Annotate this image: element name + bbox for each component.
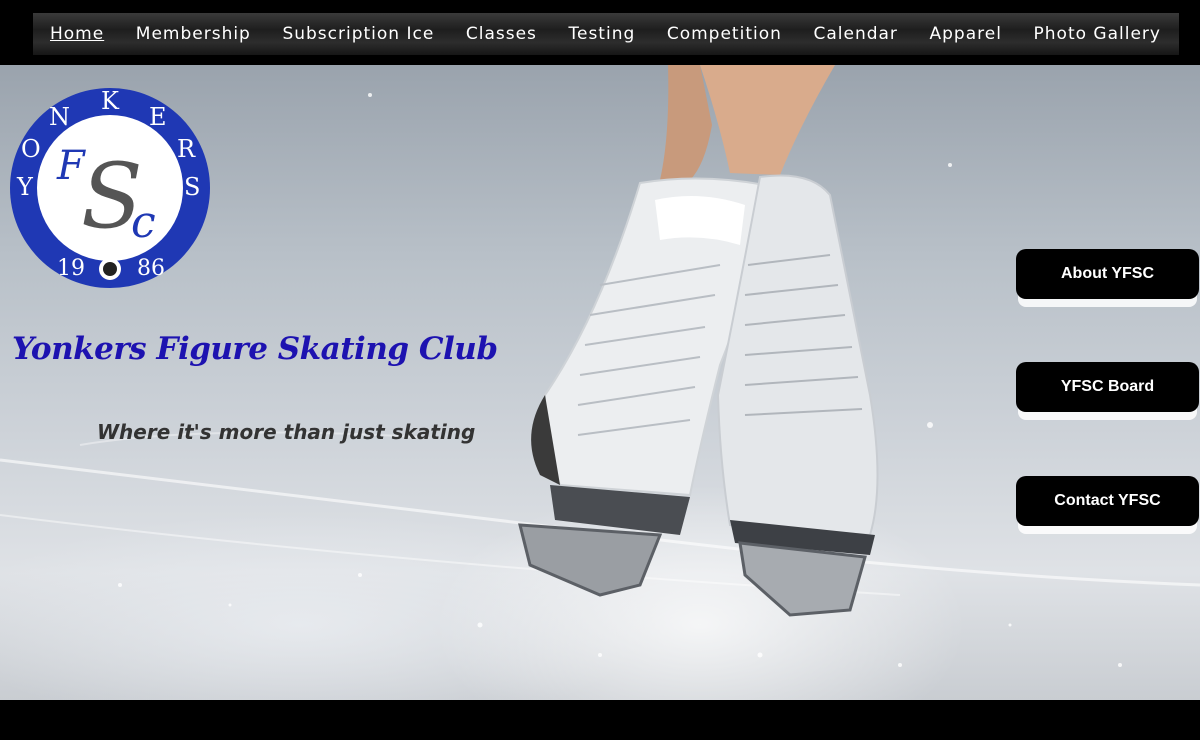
logo-letter: Y (16, 173, 34, 201)
nav-competition[interactable]: Competition (667, 24, 782, 44)
site-tagline: Where it's more than just skating (97, 420, 476, 444)
footer-band (0, 700, 1200, 740)
contact-yfsc-button[interactable]: Contact YFSC (1016, 476, 1199, 526)
nav-classes[interactable]: Classes (466, 24, 537, 44)
logo-letter: E (149, 103, 167, 131)
nav-home[interactable]: Home (50, 24, 104, 44)
nav-calendar[interactable]: Calendar (813, 24, 897, 44)
logo-year-right: 86 (137, 256, 165, 281)
about-yfsc-button[interactable]: About YFSC (1016, 249, 1199, 299)
yfsc-board-button[interactable]: YFSC Board (1016, 362, 1199, 412)
logo-year-left: 19 (57, 256, 85, 281)
top-bar: Home Membership Subscription Ice Classes… (0, 0, 1200, 65)
page: Home Membership Subscription Ice Classes… (0, 0, 1200, 740)
logo-letter: S (184, 173, 200, 201)
nav-photo-gallery[interactable]: Photo Gallery (1034, 24, 1161, 44)
nav-membership[interactable]: Membership (136, 24, 251, 44)
nav-subscription-ice[interactable]: Subscription Ice (282, 24, 434, 44)
nav-testing[interactable]: Testing (569, 24, 636, 44)
main-nav: Home Membership Subscription Ice Classes… (33, 13, 1179, 55)
logo-letter: N (49, 103, 70, 131)
site-title: Yonkers Figure Skating Club (12, 331, 498, 367)
logo-letter: R (177, 135, 196, 163)
club-logo[interactable]: Y O N K E R S 19 86 F S c (9, 87, 211, 289)
logo-monogram-c: c (131, 197, 156, 248)
logo-letter: O (21, 135, 41, 163)
nav-apparel[interactable]: Apparel (930, 24, 1002, 44)
logo-letter: K (101, 87, 120, 115)
